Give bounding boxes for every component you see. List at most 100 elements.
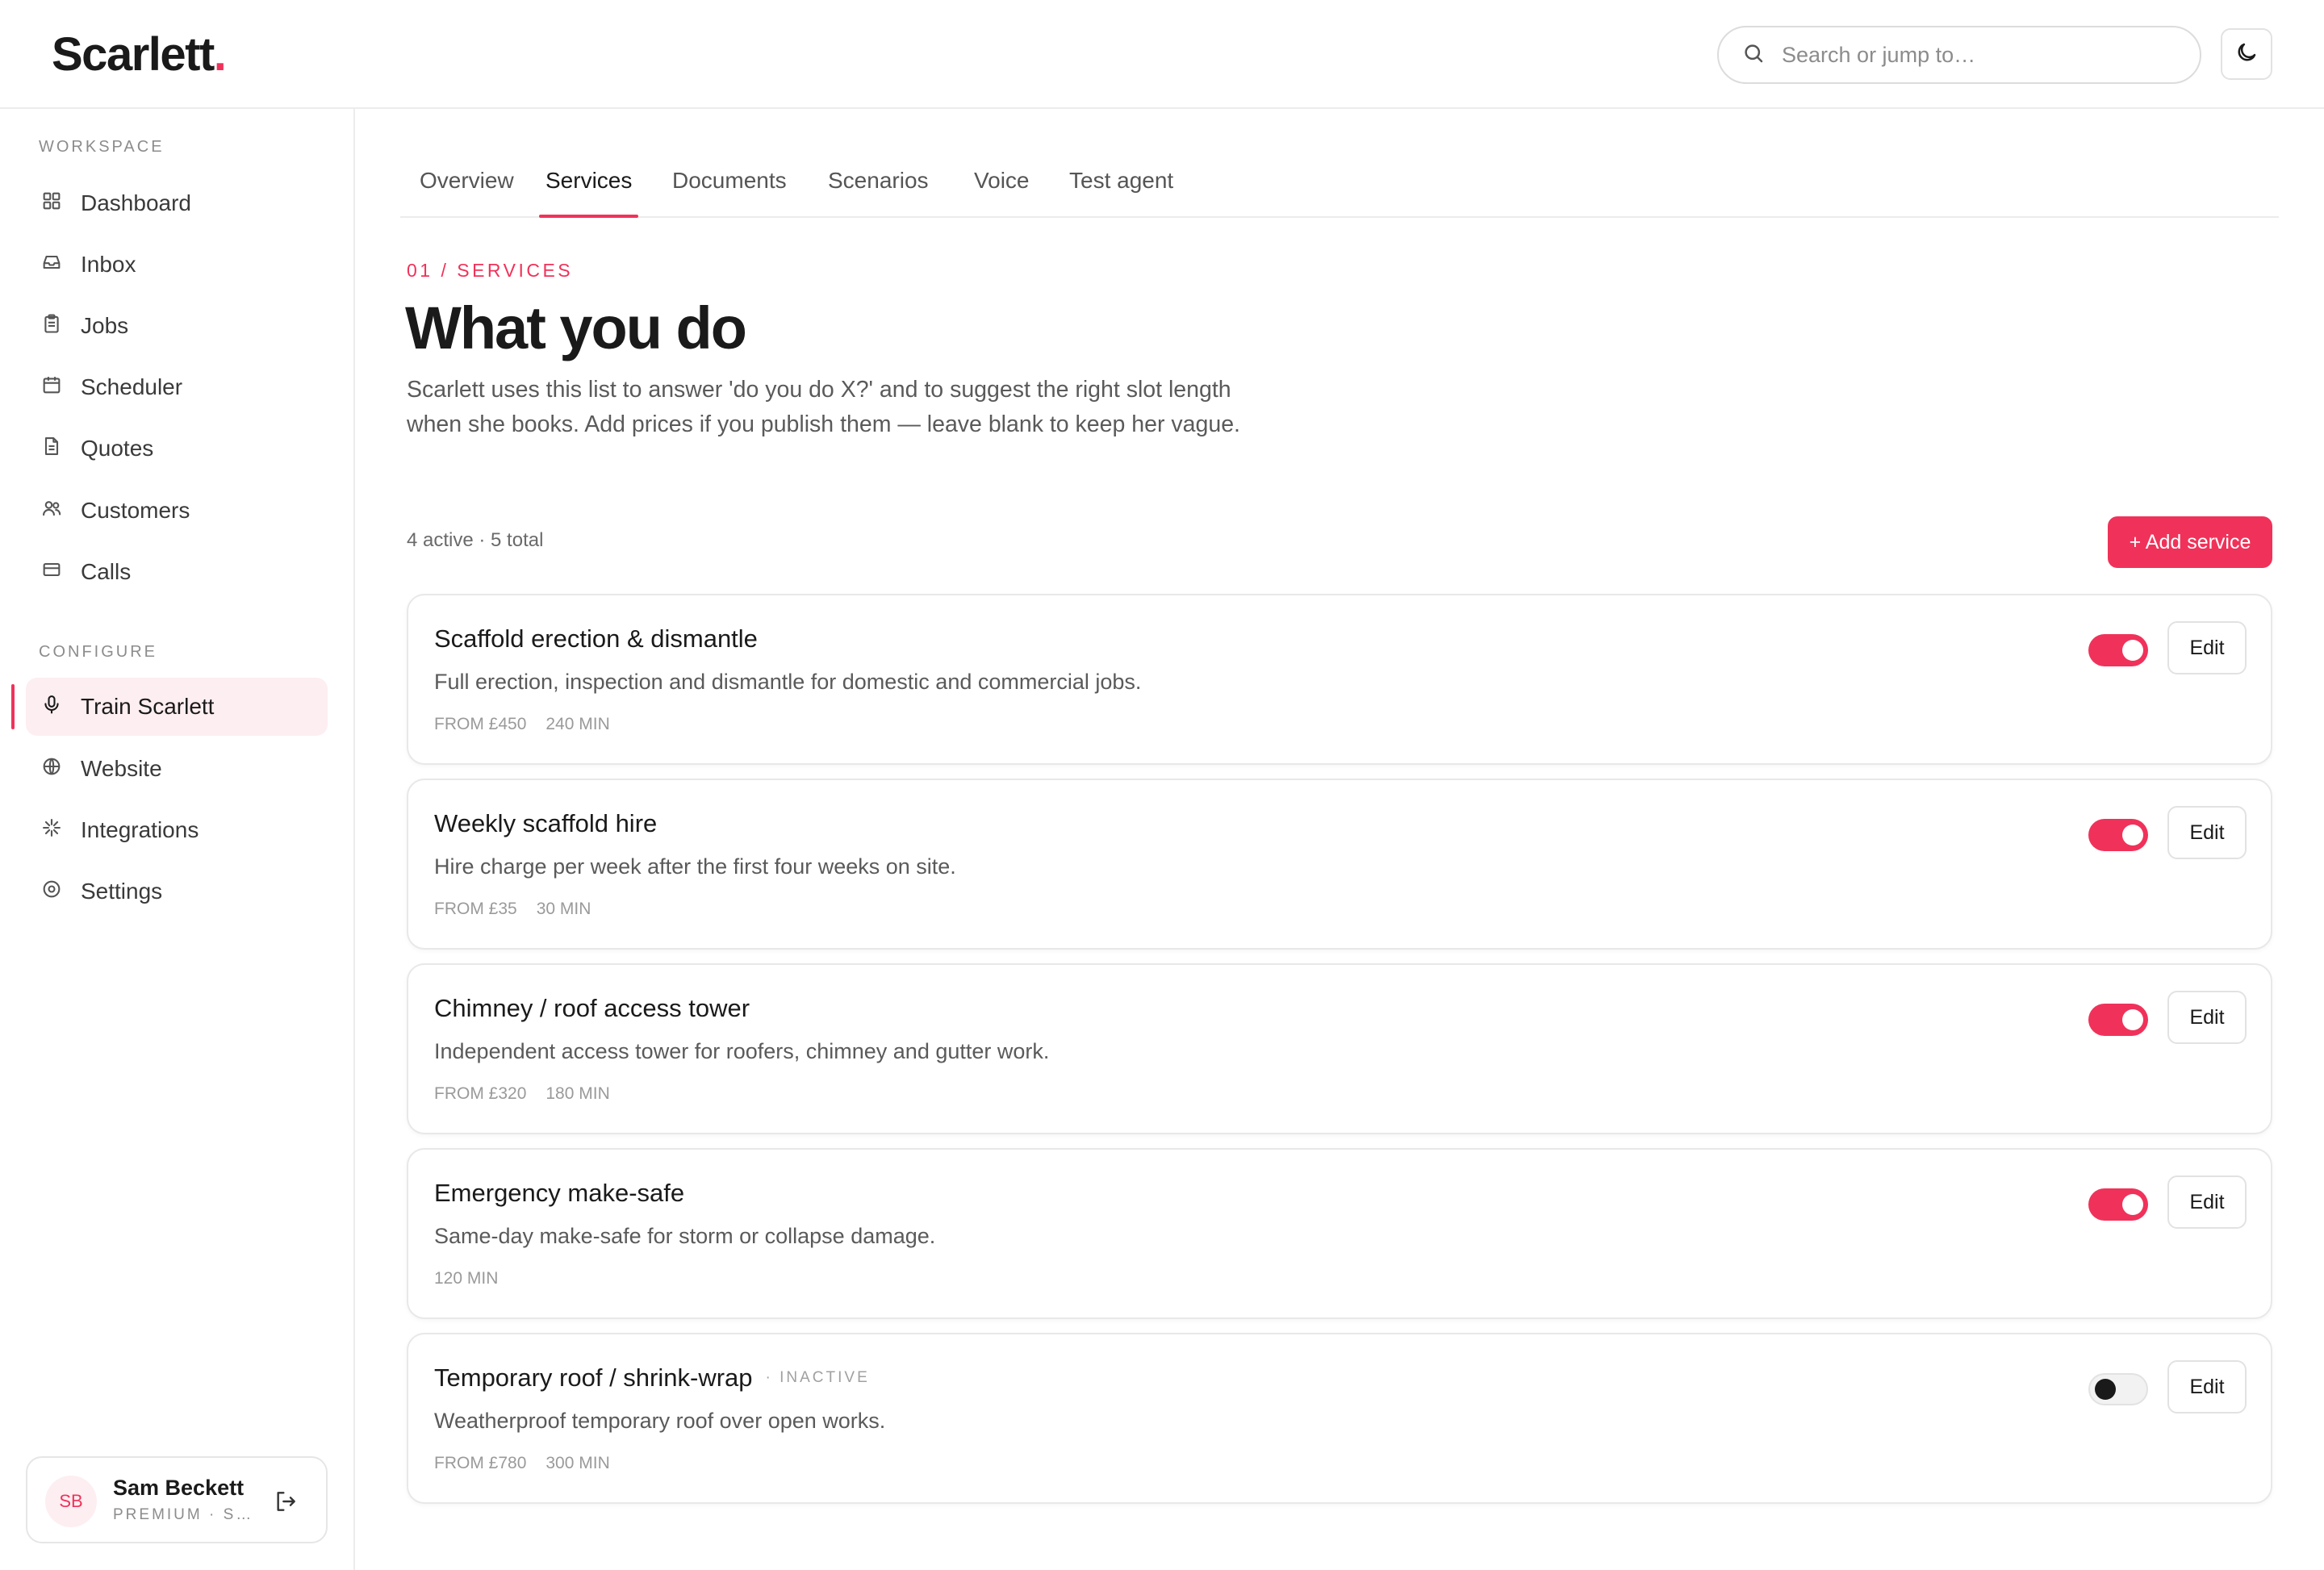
sparkle-icon — [40, 816, 63, 845]
user-plan: PREMIUM · S… — [113, 1506, 254, 1523]
page-title: What you do — [405, 294, 747, 361]
sidebar-item-label: Settings — [81, 879, 163, 904]
sidebar-item-jobs[interactable]: Jobs — [26, 297, 328, 355]
service-card: Temporary roof / shrink-wrap · INACTIVE … — [407, 1333, 2272, 1504]
tab-services[interactable]: Services — [539, 168, 639, 218]
service-description: Full erection, inspection and dismantle … — [434, 670, 1142, 694]
service-price: FROM £780 — [434, 1454, 527, 1472]
edit-service-button[interactable]: Edit — [2167, 991, 2247, 1044]
toggle-knob — [2122, 825, 2143, 846]
service-description: Same-day make-safe for storm or collapse… — [434, 1224, 936, 1248]
toggle-knob — [2122, 1194, 2143, 1215]
globe-icon — [40, 755, 63, 783]
edit-service-button[interactable]: Edit — [2167, 621, 2247, 674]
search-box[interactable] — [1717, 26, 2201, 84]
service-price: FROM £35 — [434, 900, 517, 918]
service-active-toggle[interactable] — [2088, 634, 2148, 666]
settings-icon — [40, 878, 63, 906]
service-card: Chimney / roof access tower Independent … — [407, 963, 2272, 1134]
sidebar-item-integrations[interactable]: Integrations — [26, 801, 328, 859]
workspace-section-label: WORKSPACE — [39, 138, 165, 156]
service-active-toggle[interactable] — [2088, 1004, 2148, 1036]
sidebar-item-calls[interactable]: Calls — [26, 543, 328, 601]
tab-test-agent[interactable]: Test agent — [1063, 168, 1180, 216]
service-card: Emergency make-safe Same-day make-safe f… — [407, 1148, 2272, 1319]
service-description: Weatherproof temporary roof over open wo… — [434, 1409, 886, 1433]
sidebar-item-label: Train Scarlett — [81, 694, 215, 719]
inactive-badge: · INACTIVE — [765, 1369, 870, 1386]
moon-icon — [2234, 40, 2259, 69]
sidebar-item-scheduler[interactable]: Scheduler — [26, 358, 328, 416]
tab-documents[interactable]: Documents — [666, 168, 793, 216]
calendar-icon — [40, 374, 63, 402]
service-price: FROM £450 — [434, 715, 527, 733]
microphone-icon — [40, 693, 63, 721]
add-service-button[interactable]: + Add service — [2108, 516, 2272, 568]
toggle-knob — [2122, 640, 2143, 661]
service-duration: 30 MIN — [536, 900, 591, 918]
sidebar-item-label: Calls — [81, 559, 132, 584]
service-active-toggle[interactable] — [2088, 1373, 2148, 1405]
service-duration: 240 MIN — [545, 715, 610, 733]
inbox-icon — [40, 251, 63, 279]
sidebar-item-quotes[interactable]: Quotes — [26, 420, 328, 478]
sidebar-item-label: Website — [81, 756, 162, 781]
service-active-toggle[interactable] — [2088, 819, 2148, 851]
edit-service-button[interactable]: Edit — [2167, 1360, 2247, 1413]
tab-scenarios[interactable]: Scenarios — [821, 168, 935, 216]
document-icon — [40, 435, 63, 463]
service-duration: 180 MIN — [545, 1084, 610, 1103]
user-name: Sam Beckett — [113, 1476, 245, 1500]
tab-voice[interactable]: Voice — [968, 168, 1036, 216]
sidebar-item-inbox[interactable]: Inbox — [26, 236, 328, 294]
service-duration: 120 MIN — [434, 1269, 499, 1288]
service-description: Independent access tower for roofers, ch… — [434, 1039, 1050, 1063]
sidebar-item-label: Scheduler — [81, 374, 183, 399]
service-description: Hire charge per week after the first fou… — [434, 854, 956, 879]
phone-card-icon — [40, 558, 63, 587]
service-list: Scaffold erection & dismantle Full erect… — [407, 594, 2272, 1518]
toggle-knob — [2095, 1379, 2116, 1400]
sidebar-item-label: Dashboard — [81, 190, 191, 215]
service-card: Weekly scaffold hire Hire charge per wee… — [407, 779, 2272, 950]
service-count: 4 active · 5 total — [407, 529, 544, 551]
sidebar-item-customers[interactable]: Customers — [26, 482, 328, 540]
theme-toggle-button[interactable] — [2221, 28, 2272, 80]
service-active-toggle[interactable] — [2088, 1188, 2148, 1221]
configure-section-label: CONFIGURE — [39, 643, 157, 661]
sidebar-item-label: Integrations — [81, 817, 199, 842]
active-indicator — [11, 684, 15, 729]
logout-icon[interactable] — [273, 1489, 299, 1514]
service-title: Weekly scaffold hire — [434, 809, 658, 837]
users-icon — [40, 497, 63, 525]
sidebar-item-label: Quotes — [81, 436, 154, 461]
service-duration: 300 MIN — [545, 1454, 610, 1472]
section-eyebrow: 01 / SERVICES — [407, 260, 574, 281]
service-card: Scaffold erection & dismantle Full erect… — [407, 594, 2272, 765]
service-price: FROM £320 — [434, 1084, 527, 1103]
sidebar-item-settings[interactable]: Settings — [26, 862, 328, 921]
service-title: Emergency make-safe — [434, 1179, 685, 1207]
service-title: Scaffold erection & dismantle — [434, 624, 758, 653]
grid-icon — [40, 190, 63, 218]
toggle-knob — [2122, 1009, 2143, 1030]
edit-service-button[interactable]: Edit — [2167, 1175, 2247, 1229]
sidebar-item-label: Jobs — [81, 313, 129, 338]
sidebar: WORKSPACE Dashboard Inbox Jobs Scheduler… — [0, 109, 355, 1570]
sidebar-item-dashboard[interactable]: Dashboard — [26, 174, 328, 232]
top-bar: Scarlett. — [0, 0, 2324, 109]
sidebar-item-label: Customers — [81, 498, 190, 523]
search-input[interactable] — [1782, 42, 2169, 68]
clipboard-icon — [40, 312, 63, 340]
tab-bar: Overview Services Documents Scenarios Vo… — [400, 153, 2279, 218]
app-logo[interactable]: Scarlett. — [52, 27, 227, 81]
page-description: Scarlett uses this list to answer 'do yo… — [407, 377, 1240, 437]
service-title: Chimney / roof access tower — [434, 994, 750, 1022]
user-card[interactable]: SB Sam Beckett PREMIUM · S… — [26, 1456, 328, 1543]
sidebar-item-label: Inbox — [81, 252, 136, 277]
service-title: Temporary roof / shrink-wrap — [434, 1363, 753, 1392]
sidebar-item-train-scarlett[interactable]: Train Scarlett — [26, 678, 328, 736]
sidebar-item-website[interactable]: Website — [26, 740, 328, 798]
tab-overview[interactable]: Overview — [413, 168, 520, 216]
edit-service-button[interactable]: Edit — [2167, 806, 2247, 859]
